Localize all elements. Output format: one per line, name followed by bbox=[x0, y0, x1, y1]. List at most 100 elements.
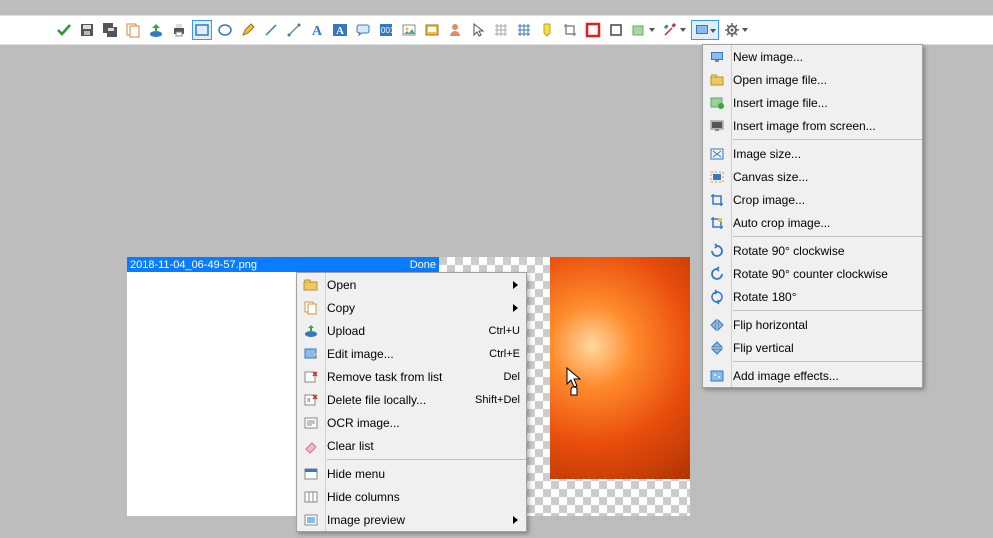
text-icon[interactable]: A bbox=[307, 20, 327, 40]
folder-icon bbox=[707, 72, 727, 88]
image-menu-label: Insert image from screen... bbox=[733, 119, 916, 133]
context-label: Remove task from list bbox=[327, 370, 503, 384]
image-menu-flip-vertical[interactable]: Flip vertical bbox=[703, 336, 922, 359]
print-icon[interactable] bbox=[169, 20, 189, 40]
context-label: Open bbox=[327, 278, 520, 292]
image-menu-label: Flip vertical bbox=[733, 341, 916, 355]
columns-icon bbox=[301, 489, 321, 505]
image-menu-label: Image size... bbox=[733, 147, 916, 161]
fill-dropdown[interactable] bbox=[629, 20, 657, 40]
ocr-icon bbox=[301, 415, 321, 431]
monitor-blue-icon bbox=[707, 49, 727, 65]
context-shortcut: Shift+Del bbox=[475, 394, 520, 406]
slideshow-icon[interactable] bbox=[422, 20, 442, 40]
crop-icon[interactable] bbox=[560, 20, 580, 40]
image-menu-auto-crop-image[interactable]: Auto crop image... bbox=[703, 211, 922, 234]
image-menu-insert-image-file[interactable]: Insert image file... bbox=[703, 91, 922, 114]
save-icon[interactable] bbox=[77, 20, 97, 40]
image-menu-crop-image[interactable]: Crop image... bbox=[703, 188, 922, 211]
image-menu-label: Open image file... bbox=[733, 73, 916, 87]
copy-icon[interactable] bbox=[123, 20, 143, 40]
upload-icon[interactable] bbox=[146, 20, 166, 40]
text-fx-icon[interactable]: A bbox=[330, 20, 350, 40]
crop-icon bbox=[707, 192, 727, 208]
chat-icon[interactable] bbox=[353, 20, 373, 40]
remove-x-icon bbox=[301, 369, 321, 385]
image-menu-label: Flip horizontal bbox=[733, 318, 916, 332]
line-icon[interactable] bbox=[261, 20, 281, 40]
context-item-upload[interactable]: UploadCtrl+U bbox=[297, 319, 526, 342]
image-menu-insert-image-from-screen[interactable]: Insert image from screen... bbox=[703, 114, 922, 137]
stop-icon[interactable] bbox=[583, 20, 603, 40]
image-menu-label: Insert image file... bbox=[733, 96, 916, 110]
image-menu-canvas-size[interactable]: Canvas size... bbox=[703, 165, 922, 188]
edit-image-icon bbox=[301, 346, 321, 362]
sticky-icon[interactable]: 001 bbox=[376, 20, 396, 40]
tools-dropdown[interactable] bbox=[660, 20, 688, 40]
context-item-delete-file-locally[interactable]: x Delete file locally...Shift+Del bbox=[297, 388, 526, 411]
pointer-icon[interactable] bbox=[468, 20, 488, 40]
copy-icon bbox=[301, 300, 321, 316]
image-menu-label: New image... bbox=[733, 50, 916, 64]
image-menu-image-size[interactable]: Image size... bbox=[703, 142, 922, 165]
highlighter-icon[interactable] bbox=[537, 20, 557, 40]
task-context-menu: OpenCopyUploadCtrl+UEdit image...Ctrl+ER… bbox=[296, 272, 527, 532]
insert-image-icon bbox=[707, 95, 727, 111]
draw-line-icon[interactable] bbox=[284, 20, 304, 40]
context-shortcut: Del bbox=[503, 371, 520, 383]
save-all-icon[interactable] bbox=[100, 20, 120, 40]
image-dropdown[interactable] bbox=[691, 20, 719, 40]
task-list-header[interactable]: 2018-11-04_06-49-57.png Done bbox=[127, 257, 439, 272]
image-menu-add-image-effects[interactable]: Add image effects... bbox=[703, 364, 922, 387]
main-toolbar: A A 001 bbox=[0, 15, 993, 45]
image-menu-rotate-90-clockwise[interactable]: Rotate 90° clockwise bbox=[703, 239, 922, 262]
context-item-copy[interactable]: Copy bbox=[297, 296, 526, 319]
context-item-remove-task-from-list[interactable]: Remove task from listDel bbox=[297, 365, 526, 388]
image-menu-rotate-180[interactable]: Rotate 180° bbox=[703, 285, 922, 308]
image-menu-label: Canvas size... bbox=[733, 170, 916, 184]
delete-x-icon: x bbox=[301, 392, 321, 408]
user-icon[interactable] bbox=[445, 20, 465, 40]
confirm-icon[interactable] bbox=[54, 20, 74, 40]
task-filename: 2018-11-04_06-49-57.png bbox=[130, 259, 410, 271]
leaf-photo bbox=[550, 257, 690, 479]
context-shortcut: Ctrl+U bbox=[489, 325, 520, 337]
context-item-hide-columns[interactable]: Hide columns bbox=[297, 485, 526, 508]
rect-region-icon[interactable] bbox=[192, 20, 212, 40]
ellipse-region-icon[interactable] bbox=[215, 20, 235, 40]
context-label: Image preview bbox=[327, 513, 520, 527]
context-item-clear-list[interactable]: Clear list bbox=[297, 434, 526, 457]
canvas-size-icon bbox=[707, 169, 727, 185]
context-item-image-preview[interactable]: Image preview bbox=[297, 508, 526, 531]
image-icon[interactable] bbox=[399, 20, 419, 40]
context-item-edit-image[interactable]: Edit image...Ctrl+E bbox=[297, 342, 526, 365]
image-menu-label: Add image effects... bbox=[733, 369, 916, 383]
context-label: Delete file locally... bbox=[327, 393, 475, 407]
context-label: OCR image... bbox=[327, 416, 520, 430]
preview-icon bbox=[301, 512, 321, 528]
gear-dropdown[interactable] bbox=[722, 20, 750, 40]
svg-text:001: 001 bbox=[381, 26, 394, 35]
context-label: Edit image... bbox=[327, 347, 489, 361]
context-shortcut: Ctrl+E bbox=[489, 348, 520, 360]
auto-crop-icon bbox=[707, 215, 727, 231]
svg-text:A: A bbox=[312, 24, 323, 38]
pencil-icon[interactable] bbox=[238, 20, 258, 40]
image-menu-label: Auto crop image... bbox=[733, 216, 916, 230]
image-menu-rotate-90-counter-clockwise[interactable]: Rotate 90° counter clockwise bbox=[703, 262, 922, 285]
image-size-icon bbox=[707, 146, 727, 162]
context-item-hide-menu[interactable]: Hide menu bbox=[297, 462, 526, 485]
context-item-ocr-image[interactable]: OCR image... bbox=[297, 411, 526, 434]
context-item-open[interactable]: Open bbox=[297, 273, 526, 296]
rotate-cw-icon bbox=[707, 243, 727, 259]
grid2-icon[interactable] bbox=[514, 20, 534, 40]
rect-outline-icon[interactable] bbox=[606, 20, 626, 40]
effects-icon bbox=[707, 368, 727, 384]
flip-v-icon bbox=[707, 340, 727, 356]
rotate-ccw-icon bbox=[707, 266, 727, 282]
screen-grab-icon bbox=[707, 118, 727, 134]
grid-icon[interactable] bbox=[491, 20, 511, 40]
image-menu-new-image[interactable]: New image... bbox=[703, 45, 922, 68]
image-menu-flip-horizontal[interactable]: Flip horizontal bbox=[703, 313, 922, 336]
image-menu-open-image-file[interactable]: Open image file... bbox=[703, 68, 922, 91]
